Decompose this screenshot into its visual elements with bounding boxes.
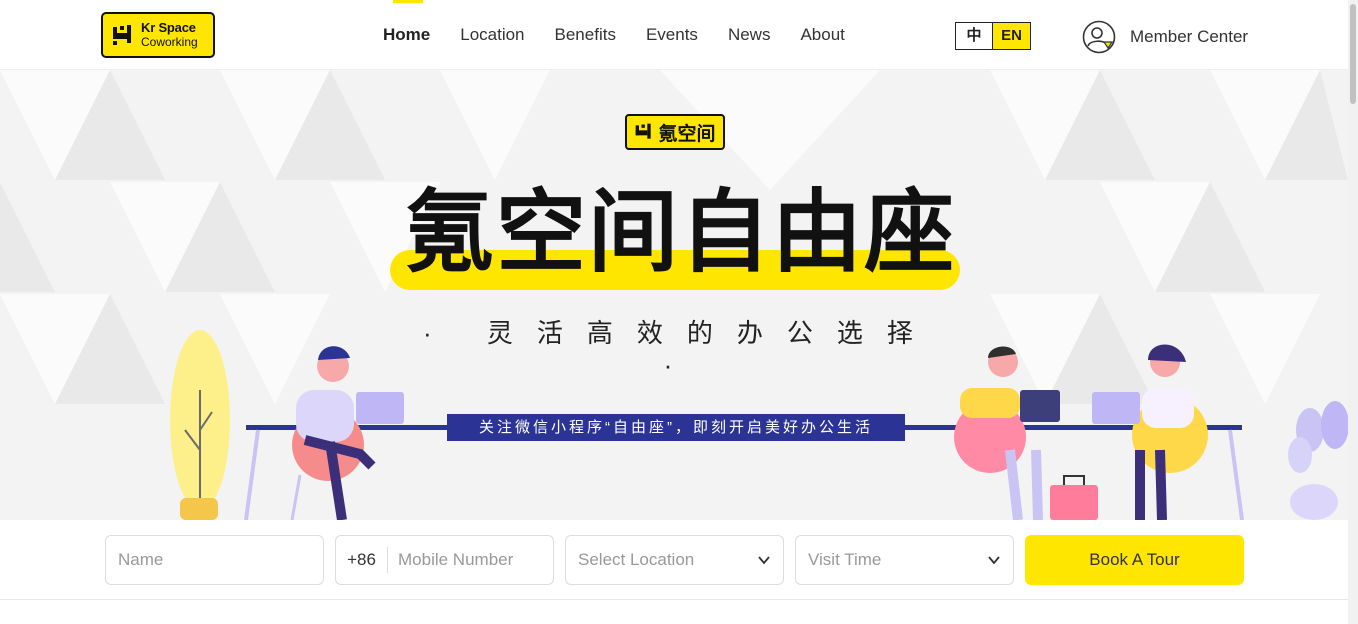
lang-zh-button[interactable]: 中 — [956, 23, 993, 49]
nav-benefits[interactable]: Benefits — [555, 0, 616, 70]
location-select[interactable]: Select Location — [565, 535, 784, 585]
wechat-ribbon: 关注微信小程序“自由座”，即刻开启美好办公生活 — [447, 414, 905, 441]
visit-time-select[interactable]: Visit Time — [795, 535, 1014, 585]
user-icon — [1082, 20, 1116, 54]
nav-home[interactable]: Home — [383, 0, 430, 70]
name-field[interactable]: Name — [105, 535, 324, 585]
mobile-field[interactable]: +86 Mobile Number — [335, 535, 554, 585]
nav-about[interactable]: About — [800, 0, 844, 70]
visit-time-placeholder: Visit Time — [808, 550, 882, 569]
scrollbar-thumb[interactable] — [1350, 4, 1356, 104]
language-switcher: 中 EN — [955, 22, 1031, 50]
nav-location[interactable]: Location — [460, 0, 524, 70]
logo-line2: Coworking — [141, 35, 198, 49]
nav-news[interactable]: News — [728, 0, 771, 70]
main-nav: Home Location Benefits Events News About — [383, 0, 875, 70]
location-placeholder: Select Location — [578, 550, 695, 569]
mobile-placeholder: Mobile Number — [398, 550, 514, 569]
site-header: Kr Space Coworking Home Location Benefit… — [0, 0, 1348, 70]
member-center-link[interactable]: Member Center — [1082, 20, 1248, 54]
member-center-label: Member Center — [1130, 27, 1249, 46]
book-tour-form: Name +86 Mobile Number Select Location V… — [0, 520, 1348, 600]
nav-events[interactable]: Events — [646, 0, 698, 70]
coworking-illustration — [170, 330, 1348, 520]
lang-en-button[interactable]: EN — [993, 23, 1030, 49]
chair-logo-icon — [113, 25, 131, 45]
logo-line1: Kr Space — [141, 20, 196, 35]
kr-space-logo[interactable]: Kr Space Coworking — [101, 12, 215, 58]
book-tour-button[interactable]: Book A Tour — [1025, 535, 1244, 585]
hero-banner: 氪空间 氪空间自由座 · 灵活高效的办公选择 · 关注微信小程序“自由座”，即刻… — [0, 70, 1348, 520]
country-code[interactable]: +86 — [336, 547, 388, 573]
page-scrollbar[interactable] — [1348, 0, 1358, 624]
name-placeholder: Name — [118, 550, 164, 569]
chevron-down-icon — [758, 556, 770, 565]
logo-text: Kr Space Coworking — [141, 20, 198, 50]
chevron-down-icon — [988, 556, 1000, 565]
